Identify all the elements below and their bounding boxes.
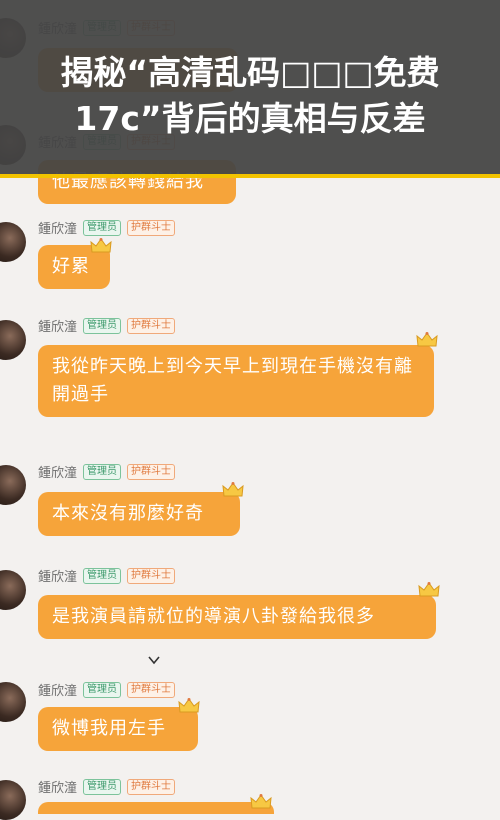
title-badge: 护群斗士 [127, 681, 176, 698]
title-badge: 护群斗士 [127, 317, 176, 334]
avatar[interactable] [0, 570, 26, 610]
avatar[interactable] [0, 682, 26, 722]
message-meta: 鍾欣潼 管理员 护群斗士 [38, 218, 176, 237]
title-badge: 护群斗士 [127, 219, 176, 236]
sender-name: 鍾欣潼 [38, 684, 78, 699]
title-badge: 护群斗士 [127, 567, 176, 584]
caret-icon [148, 650, 160, 665]
admin-badge: 管理员 [83, 463, 122, 480]
sender-name: 鍾欣潼 [38, 222, 78, 237]
title-badge: 护群斗士 [127, 778, 176, 795]
admin-badge: 管理员 [83, 681, 122, 698]
crown-icon [178, 698, 200, 714]
avatar[interactable] [0, 222, 26, 262]
crown-icon [416, 332, 438, 348]
crown-icon [250, 794, 272, 810]
title-badge: 护群斗士 [127, 463, 176, 480]
avatar[interactable] [0, 465, 26, 505]
admin-badge: 管理员 [83, 219, 122, 236]
sender-name: 鍾欣潼 [38, 466, 78, 481]
message-meta: 鍾欣潼 管理员 护群斗士 [38, 316, 176, 335]
message-meta: 鍾欣潼 管理员 护群斗士 [38, 680, 176, 699]
message-bubble[interactable] [38, 802, 274, 814]
message-meta: 鍾欣潼 管理员 护群斗士 [38, 566, 176, 585]
message-bubble[interactable]: 是我演員請就位的導演八卦發給我很多 [38, 595, 436, 639]
message-meta: 鍾欣潼 管理员 护群斗士 [38, 462, 176, 481]
title-overlay: 揭秘“高清乱码□□□免费17c”背后的真相与反差 [0, 0, 500, 178]
admin-badge: 管理员 [83, 317, 122, 334]
sender-name: 鍾欣潼 [38, 320, 78, 335]
avatar[interactable] [0, 320, 26, 360]
avatar[interactable] [0, 780, 26, 820]
crown-icon [90, 238, 112, 254]
sender-name: 鍾欣潼 [38, 781, 78, 796]
message-bubble[interactable]: 微博我用左手 [38, 707, 198, 751]
overlay-title: 揭秘“高清乱码□□□免费17c”背后的真相与反差 [60, 53, 440, 138]
message-bubble[interactable]: 本來沒有那麼好奇 [38, 492, 240, 536]
crown-icon [222, 482, 244, 498]
crown-icon [418, 582, 440, 598]
admin-badge: 管理员 [83, 567, 122, 584]
admin-badge: 管理员 [83, 778, 122, 795]
message-bubble[interactable]: 我從昨天晚上到今天早上到現在手機沒有離開過手 [38, 345, 434, 417]
message-meta: 鍾欣潼 管理员 护群斗士 [38, 777, 176, 796]
sender-name: 鍾欣潼 [38, 570, 78, 585]
